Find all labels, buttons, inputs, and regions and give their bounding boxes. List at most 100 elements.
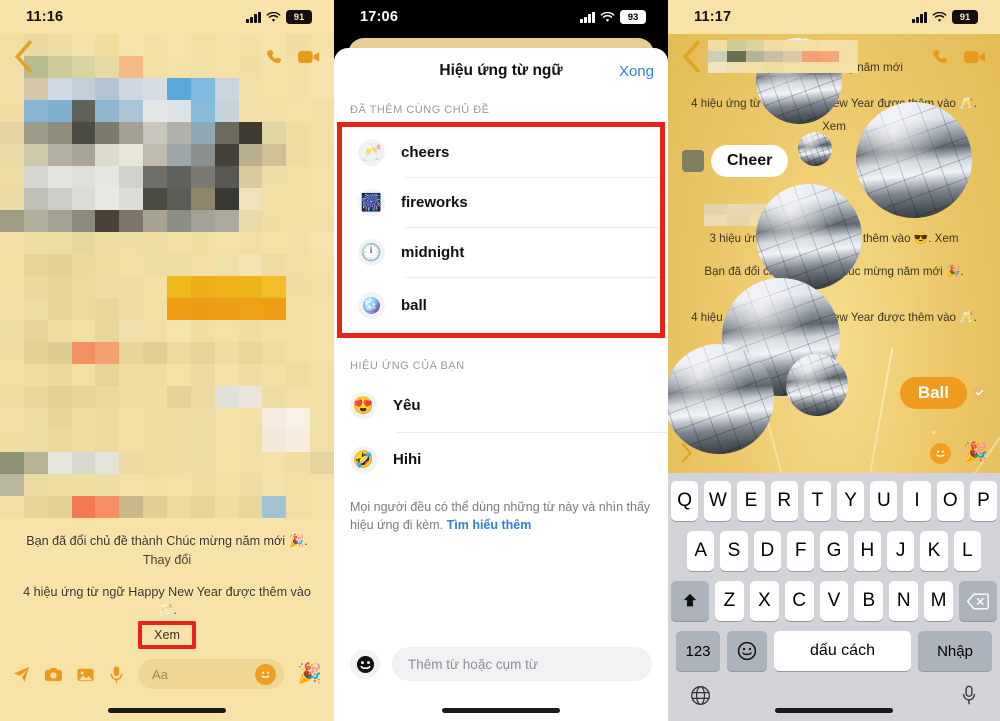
key-p[interactable]: P (969, 481, 998, 521)
key-f[interactable]: F (787, 531, 815, 571)
keyboard-row-4: 123 dấu cách Nhập (668, 631, 1000, 671)
right-chat-body: ã đổi Chúc mừng năm mới 4 hiệu ứng từ ng… (668, 34, 1000, 721)
blurred-contact-name (708, 40, 858, 74)
left-chat-header (0, 34, 334, 80)
effect-row-ball[interactable]: 🪩 ball (342, 277, 660, 333)
key-e[interactable]: E (737, 481, 765, 521)
middle-phone-panel: 17:06 93 Hiệu ứng từ ngữ Xong ĐÃ THÊM CÙ… (334, 0, 668, 721)
key-z[interactable]: Z (715, 581, 744, 621)
home-indicator (442, 708, 560, 713)
party-popper-icon[interactable]: 🎉 (963, 443, 988, 463)
effect-row-fireworks[interactable]: 🎆 fireworks (342, 177, 660, 227)
effect-label: fireworks (401, 193, 468, 211)
left-text-input[interactable]: Aa (138, 659, 285, 689)
photo-icon[interactable] (76, 665, 95, 684)
add-word-input[interactable]: Thêm từ hoặc cụm từ (392, 647, 652, 681)
word-effects-sheet: Hiệu ứng từ ngữ Xong ĐÃ THÊM CÙNG CHỦ ĐỀ… (334, 48, 668, 721)
key-i[interactable]: I (903, 481, 931, 521)
keyboard-row-3: Z X C V B N M (668, 581, 1000, 621)
effect-row-midnight[interactable]: 🕛 midnight (342, 227, 660, 277)
heart-eyes-icon: 😍 (350, 391, 377, 419)
key-x[interactable]: X (749, 581, 779, 621)
key-w[interactable]: W (704, 481, 732, 521)
party-popper-icon[interactable]: 🎉 (297, 664, 322, 684)
back-chevron-icon[interactable] (14, 40, 34, 73)
key-l[interactable]: L (953, 531, 981, 571)
view-button-label: Xem (154, 628, 180, 642)
send-plane-icon[interactable] (12, 665, 31, 684)
effect-label: ball (401, 296, 427, 314)
key-g[interactable]: G (820, 531, 848, 571)
sheet-header: Hiệu ứng từ ngữ Xong (334, 48, 668, 94)
camera-icon[interactable] (44, 665, 63, 684)
video-camera-icon[interactable] (298, 49, 320, 65)
key-v[interactable]: V (819, 581, 849, 621)
system-action-change[interactable]: Thay đổi (12, 553, 322, 567)
status-time: 17:06 (360, 9, 399, 25)
globe-language-icon[interactable] (690, 685, 711, 711)
right-phone-panel: 11:17 91 năm mới 4 hiệu ứng Xem Cheer 3 … (668, 0, 1000, 721)
key-q[interactable]: Q (670, 481, 699, 521)
key-n[interactable]: N (889, 581, 919, 621)
virtual-keyboard: Q W E R T Y U I O P A S D F G H J K L Z … (668, 473, 1000, 721)
wifi-icon (600, 11, 615, 22)
key-m[interactable]: M (924, 581, 954, 621)
key-y[interactable]: Y (837, 481, 865, 521)
video-camera-icon[interactable] (964, 49, 986, 65)
view-effects-button[interactable]: Xem (138, 621, 196, 649)
key-r[interactable]: R (770, 481, 798, 521)
key-a[interactable]: A (687, 531, 715, 571)
key-c[interactable]: C (784, 581, 814, 621)
back-chevron-icon[interactable] (682, 40, 702, 73)
battery-indicator: 91 (952, 10, 978, 24)
key-u[interactable]: U (870, 481, 898, 521)
backspace-icon[interactable] (959, 581, 998, 621)
battery-indicator: 91 (286, 10, 312, 24)
smiley-face-icon[interactable] (255, 663, 277, 685)
key-b[interactable]: B (854, 581, 884, 621)
learn-more-link[interactable]: Tìm hiểu thêm (447, 518, 532, 532)
rolling-laughing-icon: 🤣 (350, 445, 377, 473)
enter-key[interactable]: Nhập (918, 631, 992, 671)
disco-ball-icon (856, 102, 972, 218)
done-button[interactable]: Xong (619, 63, 654, 80)
phone-icon[interactable] (931, 48, 950, 67)
space-key[interactable]: dấu cách (774, 631, 911, 671)
microphone-icon[interactable] (108, 665, 125, 684)
emoji-keyboard-icon[interactable] (727, 631, 767, 671)
smiley-face-icon[interactable] (350, 649, 380, 679)
key-d[interactable]: D (753, 531, 781, 571)
text-input-placeholder: Aa (152, 666, 168, 682)
right-composer-bar: 🎉 (668, 433, 1000, 473)
right-chat-header (668, 34, 1000, 80)
numbers-key[interactable]: 123 (676, 631, 720, 671)
key-o[interactable]: O (936, 481, 964, 521)
right-status-bar: 11:17 91 (668, 0, 1000, 34)
own-effect-row-hihi[interactable]: 🤣 Hihi (334, 432, 668, 486)
effect-row-cheers[interactable]: 🥂 cheers (342, 127, 660, 177)
shift-icon[interactable] (671, 581, 709, 621)
chevron-right-icon[interactable] (680, 443, 693, 463)
own-effects-list: 😍 Yêu 🤣 Hihi (334, 378, 668, 486)
system-message-theme: Bạn đã đổi chủ đề thành Chúc mừng năm mớ… (26, 534, 308, 549)
disco-ball-icon: 🪩 (358, 291, 385, 319)
home-indicator (775, 708, 893, 713)
section-label-added: ĐÃ THÊM CÙNG CHỦ ĐỀ (350, 104, 490, 116)
incoming-bubble[interactable]: Cheer (711, 144, 789, 177)
effect-label: cheers (401, 143, 450, 161)
key-t[interactable]: T (803, 481, 831, 521)
key-s[interactable]: S (720, 531, 748, 571)
microphone-icon[interactable] (960, 685, 978, 711)
key-h[interactable]: H (853, 531, 881, 571)
own-effect-row-yeu[interactable]: 😍 Yêu (334, 378, 668, 432)
phone-icon[interactable] (265, 48, 284, 67)
smiley-face-icon[interactable] (930, 442, 952, 464)
effect-label: midnight (401, 243, 465, 261)
key-k[interactable]: K (920, 531, 948, 571)
left-composer-toolbar: Aa 🎉 (0, 653, 334, 695)
outgoing-bubble[interactable]: Ball (899, 376, 967, 409)
cellular-signal-icon (912, 11, 927, 23)
wifi-icon (932, 11, 947, 22)
key-j[interactable]: J (886, 531, 915, 571)
home-indicator (108, 708, 226, 713)
